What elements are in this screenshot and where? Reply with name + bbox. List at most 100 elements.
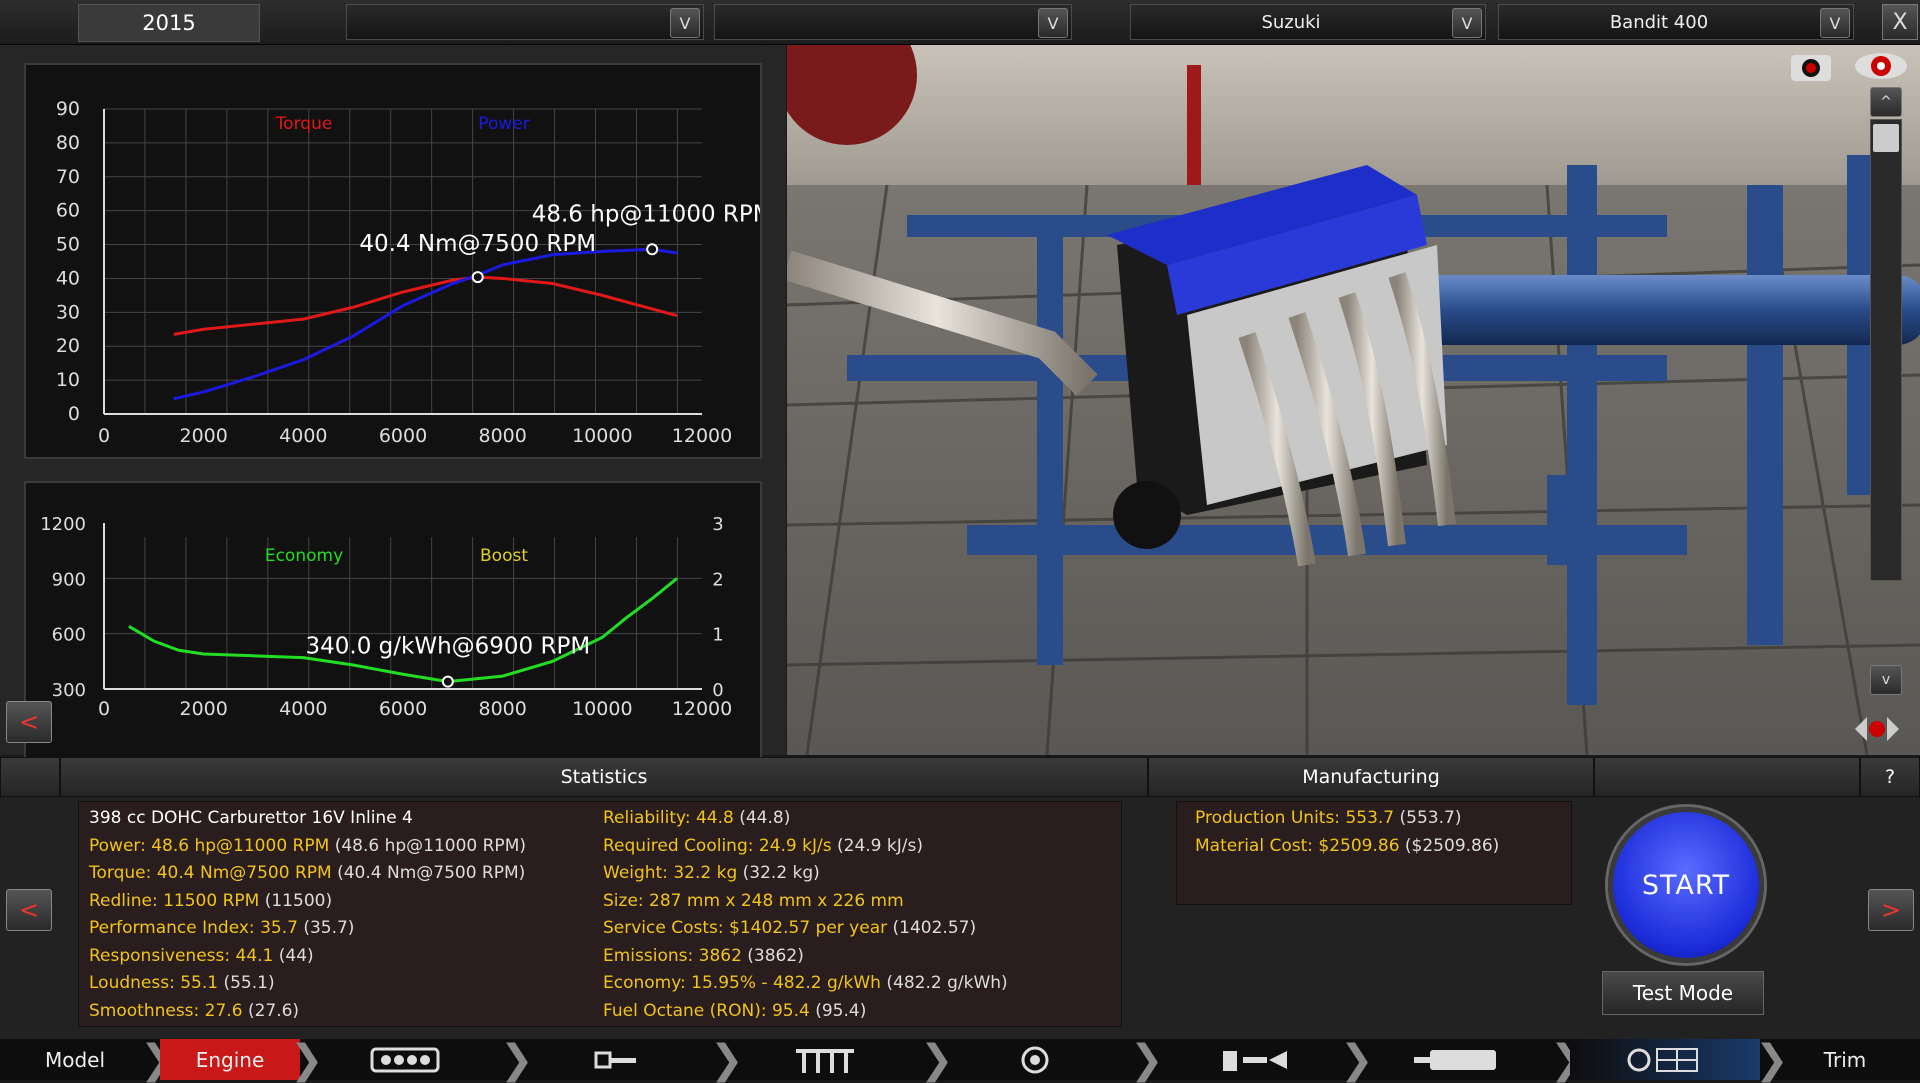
stat-value: (48.6 hp@11000 RPM) bbox=[334, 835, 526, 856]
x-tick-label: 2000 bbox=[179, 698, 227, 720]
stat-value: (40.4 Nm@7500 RPM) bbox=[337, 863, 526, 883]
rotate-icon[interactable] bbox=[1847, 709, 1907, 749]
nav-exhaust-icon[interactable] bbox=[1400, 1039, 1510, 1080]
stat-label: Reliability: 44.8 bbox=[603, 808, 734, 828]
chevron-right-icon: ❯ bbox=[1130, 1036, 1164, 1083]
y-tick-label: 70 bbox=[56, 166, 80, 188]
stat-line: Reliability: 44.8 (44.8) bbox=[603, 808, 790, 828]
scrollbar-thumb[interactable] bbox=[1873, 124, 1899, 152]
stat-label: Required Cooling: 24.9 kJ/s bbox=[603, 835, 832, 856]
nav-fuel-icon[interactable] bbox=[1190, 1039, 1320, 1080]
torque-peak-marker bbox=[471, 271, 484, 284]
model-dropdown[interactable]: Bandit 400 V bbox=[1498, 4, 1854, 40]
stat-label: Responsiveness: 44.1 bbox=[89, 945, 274, 966]
stat-line: Economy: 15.95% - 482.2 g/kWh (482.2 g/k… bbox=[603, 973, 1008, 993]
y-tick-label: 40 bbox=[56, 267, 80, 289]
x-tick-label: 0 bbox=[98, 425, 110, 447]
engine-render bbox=[787, 45, 1920, 755]
nav-block-icon[interactable] bbox=[340, 1039, 470, 1080]
y-tick-label: 50 bbox=[56, 234, 80, 256]
nav-engine[interactable]: Engine bbox=[160, 1039, 300, 1080]
economy-min-marker bbox=[441, 675, 454, 688]
x-tick-label: 12000 bbox=[672, 698, 732, 720]
stat-value: (1402.57) bbox=[892, 918, 977, 938]
dropdown-1[interactable]: V bbox=[346, 4, 704, 40]
top-bar: 2015 V V Suzuki V Bandit 400 V X bbox=[0, 0, 1920, 45]
stat-label: Size: 287 mm x 248 mm x 226 mm bbox=[603, 890, 904, 911]
economy-boost-chart: 120090060030032100 2000 4000 6000 8000 10000 1… bbox=[40, 514, 732, 720]
stat-line: Smoothness: 27.6 (27.6) bbox=[89, 1001, 299, 1021]
stat-label: Emissions: 3862 bbox=[603, 945, 742, 966]
y-tick-label: 600 bbox=[52, 625, 86, 646]
x-tick-label: 4000 bbox=[279, 698, 327, 720]
stat-value: (482.2 g/kWh) bbox=[886, 973, 1008, 993]
series-line-economy bbox=[128, 577, 679, 684]
stat-line: Emissions: 3862 (3862) bbox=[603, 946, 804, 966]
start-button[interactable]: START bbox=[1608, 807, 1764, 963]
chevron-down-icon[interactable]: V bbox=[670, 8, 700, 38]
nav-crankshaft-icon[interactable] bbox=[560, 1039, 670, 1080]
scroll-down-button[interactable]: v bbox=[1870, 665, 1902, 695]
chart-prev-button[interactable]: < bbox=[6, 701, 52, 743]
stat-line: Weight: 32.2 kg (32.2 kg) bbox=[603, 863, 820, 883]
nav-model[interactable]: Model bbox=[0, 1039, 150, 1080]
nav-trim[interactable]: Trim bbox=[1790, 1039, 1900, 1080]
make-dropdown[interactable]: Suzuki V bbox=[1130, 4, 1486, 40]
y2-tick-label: 3 bbox=[712, 514, 723, 535]
chevron-right-icon: ❯ bbox=[1340, 1036, 1374, 1083]
x-tick-label: 6000 bbox=[379, 698, 427, 720]
stat-line: Performance Index: 35.7 (35.7) bbox=[89, 918, 354, 938]
y-tick-label: 20 bbox=[56, 335, 80, 357]
stat-line: 398 cc DOHC Carburettor 16V Inline 4 bbox=[89, 808, 413, 828]
model-value: Bandit 400 bbox=[1609, 11, 1709, 33]
stat-label: Loudness: 55.1 bbox=[89, 973, 219, 993]
manufacturing-header: Manufacturing bbox=[1148, 757, 1594, 797]
header-spacer-right bbox=[1594, 757, 1860, 797]
chevron-down-icon[interactable]: V bbox=[1452, 8, 1482, 38]
stat-value: (24.9 kJ/s) bbox=[837, 835, 923, 856]
stat-line: Torque: 40.4 Nm@7500 RPM (40.4 Nm@7500 R… bbox=[89, 863, 525, 883]
statistics-box: 398 cc DOHC Carburettor 16V Inline 4 Pow… bbox=[78, 801, 1122, 1027]
stat-line: Required Cooling: 24.9 kJ/s (24.9 kJ/s) bbox=[603, 836, 923, 856]
x-tick-label: 8000 bbox=[478, 698, 526, 720]
statistics-header: Statistics bbox=[60, 757, 1148, 797]
chevron-down-icon[interactable]: V bbox=[1038, 8, 1068, 38]
engine-3d-viewport[interactable]: ^ v bbox=[787, 45, 1920, 755]
scroll-up-button[interactable]: ^ bbox=[1870, 87, 1902, 117]
year-selector[interactable]: 2015 bbox=[78, 4, 260, 42]
stat-label: Smoothness: 27.6 bbox=[89, 1000, 243, 1021]
x-tick-label: 12000 bbox=[672, 425, 732, 447]
next-button[interactable]: > bbox=[1868, 889, 1914, 931]
chevron-down-icon[interactable]: V bbox=[1820, 8, 1850, 38]
dropdown-2[interactable]: V bbox=[714, 4, 1072, 40]
bottom-panel: Statistics Manufacturing ? < 398 cc DOHC… bbox=[0, 757, 1920, 1039]
y-tick-label: 1200 bbox=[40, 514, 86, 535]
economy-boost-chart-box: 1200 900 600 300 3 2 1 0 0 2000 4000 6000 8000 10000 1… bbox=[24, 481, 762, 787]
nav-test-icon[interactable] bbox=[1570, 1039, 1760, 1080]
stat-label: Redline: 11500 RPM bbox=[89, 890, 260, 911]
stat-label: Weight: 32.2 kg bbox=[603, 863, 738, 883]
camera-icon[interactable] bbox=[1787, 49, 1837, 83]
x-tick-label: 8000 bbox=[478, 425, 526, 447]
close-button[interactable]: X bbox=[1882, 4, 1918, 40]
nav-valvetrain-icon[interactable] bbox=[770, 1039, 880, 1080]
y-tick-label: 10 bbox=[56, 369, 80, 391]
x-tick-label: 0 bbox=[98, 698, 110, 720]
nav-turbo-icon[interactable] bbox=[980, 1039, 1090, 1080]
zoom-scrollbar[interactable] bbox=[1870, 119, 1902, 581]
stat-label: Service Costs: $1402.57 per year bbox=[603, 918, 888, 938]
y2-tick-label: 2 bbox=[712, 569, 723, 590]
help-button[interactable]: ? bbox=[1860, 757, 1920, 797]
series-line-torque bbox=[173, 275, 678, 336]
stat-label: Performance Index: 35.7 bbox=[89, 918, 298, 938]
chevron-right-icon: ❯ bbox=[290, 1036, 324, 1083]
prev-button[interactable]: < bbox=[6, 889, 52, 931]
stat-line: Redline: 11500 RPM (11500) bbox=[89, 891, 332, 911]
charts-panel: 90 80 70 60 50 40 30 20 10 0 0 2000 4000 6000 8000 1000… bbox=[0, 45, 786, 787]
stat-value: (11500) bbox=[264, 890, 333, 911]
y2-tick-label: 1 bbox=[712, 625, 723, 646]
test-mode-button[interactable]: Test Mode bbox=[1602, 971, 1764, 1015]
stat-value: (3862) bbox=[747, 945, 804, 966]
eye-icon[interactable] bbox=[1853, 49, 1909, 83]
stat-value: ($2509.86) bbox=[1404, 835, 1500, 856]
